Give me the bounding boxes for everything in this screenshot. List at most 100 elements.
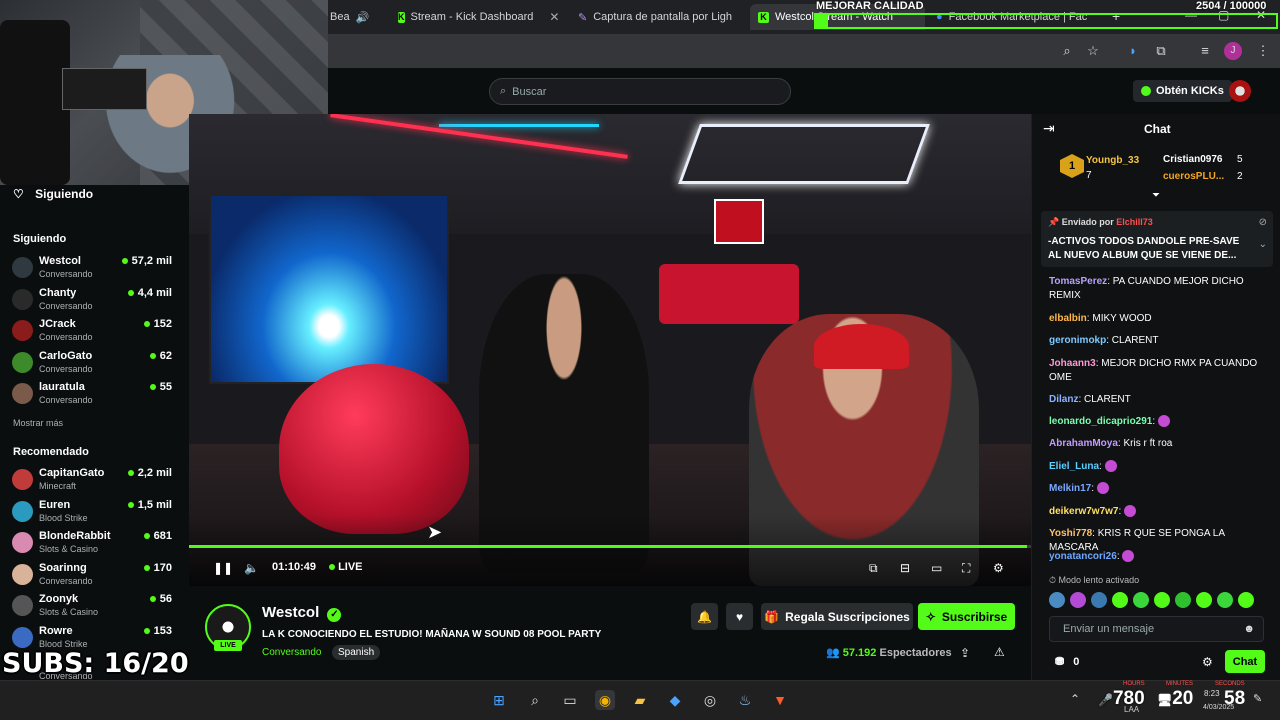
sidebar-channel-euren[interactable]: Euren Blood Strike 1,5 mil [12, 498, 177, 528]
leader-name[interactable]: Youngb_33 [1086, 155, 1139, 166]
video-player[interactable]: ➤ [189, 114, 1031, 586]
sidebar-channel-zoonyk[interactable]: Zoonyk Slots & Casino 56 [12, 592, 177, 622]
fullscreen-icon[interactable]: ⛶ [962, 561, 970, 576]
notification-icon[interactable]: ✎ [1253, 692, 1262, 705]
brave-icon[interactable]: ▼ [770, 690, 790, 710]
player-controls: ❚❚ 🔈 01:10:49 LIVE ⧉ ⊟ ▭ ⛶ ⚙ [189, 556, 1031, 584]
share-icon[interactable]: ⇪ [960, 646, 970, 660]
sidebar-channel-lauratula[interactable]: lauratula Conversando 55 [12, 380, 177, 410]
counter-label: SECONDS [1215, 681, 1245, 687]
sidebar-channel-capitangato[interactable]: CapitanGato Minecraft 2,2 mil [12, 466, 177, 496]
sidebar-channel-carlogato[interactable]: CarloGato Conversando 62 [12, 349, 177, 379]
taskbar-search-icon[interactable]: ⌕ [525, 690, 545, 710]
send-chat-button[interactable]: Chat [1225, 650, 1265, 673]
browser-tab[interactable]: Bea 🔊 ✕ [322, 4, 382, 30]
bookmark-star-icon[interactable]: ☆ [1084, 42, 1102, 60]
emote-icon[interactable] [1196, 592, 1212, 608]
theater-mode-icon[interactable]: ▭ [931, 561, 942, 575]
leader-name[interactable]: cuerosPLU... [1163, 171, 1224, 182]
app-icon[interactable]: ◆ [665, 690, 685, 710]
chat-input[interactable]: Enviar un mensaje ☻ [1049, 616, 1264, 642]
leader-name[interactable]: Cristian0976 [1163, 154, 1222, 165]
emote-icon[interactable] [1091, 592, 1107, 608]
steam-icon[interactable]: ♨ [735, 690, 755, 710]
pause-icon[interactable]: ❚❚ [213, 561, 233, 575]
clip-icon[interactable]: ⊟ [900, 561, 910, 575]
close-tab-icon[interactable]: ✕ [549, 10, 559, 24]
profile-avatar[interactable]: J [1224, 42, 1242, 60]
gift-subs-button[interactable]: 🎁 Regala Suscripciones [761, 603, 913, 630]
channel-name: Euren [39, 498, 71, 511]
pinned-user[interactable]: Elchill73 [1116, 217, 1153, 227]
channel-name[interactable]: Westcol ✓ [262, 604, 342, 622]
search-input[interactable]: ⌕ Buscar [489, 78, 791, 105]
chat-username[interactable]: AbrahamMoya [1049, 438, 1118, 449]
user-avatar[interactable] [1229, 80, 1251, 102]
windows-start-icon[interactable]: ⊞ [489, 690, 509, 710]
tray-counter-minutes: 🖥20 [1157, 688, 1193, 710]
collapse-chat-icon[interactable]: ⇥ [1043, 120, 1055, 137]
chevron-down-icon[interactable]: ⌄ [1259, 239, 1267, 250]
emote-icon[interactable] [1049, 592, 1065, 608]
chat-username[interactable]: yonatancori26 [1049, 551, 1117, 562]
lightshot-favicon-icon: ✎ [578, 11, 588, 24]
pip-icon[interactable]: ⧉ [869, 561, 878, 576]
chat-settings-icon[interactable]: ⚙ [1202, 655, 1213, 669]
chrome-icon[interactable]: ◉ [595, 690, 615, 710]
chat-username[interactable]: deikerw7w7w7 [1049, 506, 1118, 517]
heart-icon: ♡ [13, 187, 24, 201]
volume-icon[interactable]: 🔈 [244, 561, 259, 575]
sidebar-channel-westcol[interactable]: Westcol Conversando 57,2 mil [12, 254, 177, 284]
obs-icon[interactable]: ◎ [700, 690, 720, 710]
sidebar-channel-chanty[interactable]: Chanty Conversando 4,4 mil [12, 286, 177, 316]
file-explorer-icon[interactable]: ▰ [630, 690, 650, 710]
tray-chevron-icon[interactable]: ⌃ [1070, 692, 1080, 706]
chat-username[interactable]: elbalbin [1049, 313, 1087, 324]
chat-username[interactable]: Eliel_Luna [1049, 461, 1099, 472]
emote-icon[interactable] [1133, 592, 1149, 608]
media-control-icon[interactable]: ≡ [1196, 42, 1214, 60]
browser-tab[interactable]: K Stream - Kick Dashboard ✕ [390, 4, 560, 30]
emoji-icon[interactable]: ☻ [1243, 623, 1255, 635]
emote-icon[interactable] [1238, 592, 1254, 608]
expand-leaderboard-icon[interactable]: ⏷ [1152, 190, 1160, 201]
chat-username[interactable]: Dilanz [1049, 394, 1078, 405]
follow-button[interactable]: ♥ [726, 603, 753, 630]
chat-username[interactable]: Melkin17 [1049, 483, 1091, 494]
emote-icon[interactable] [1175, 592, 1191, 608]
unpin-icon[interactable]: ⊘ [1259, 217, 1267, 228]
channel-category: Blood Strike [39, 512, 88, 523]
chat-username[interactable]: geronimokp [1049, 335, 1106, 346]
leader-count: 2 [1237, 171, 1243, 182]
show-more-link[interactable]: Mostrar más [13, 418, 63, 428]
emote-icon[interactable] [1217, 592, 1233, 608]
sidebar-channel-soarinng[interactable]: Soarinng Conversando 170 [12, 561, 177, 591]
live-indicator[interactable]: LIVE [329, 561, 363, 573]
chat-username[interactable]: Johaann3 [1049, 358, 1096, 369]
channel-viewers: 153 [144, 625, 172, 637]
task-view-icon[interactable]: ▭ [560, 690, 580, 710]
sidebar-channel-jcrack[interactable]: JCrack Conversando 152 [12, 317, 177, 347]
emote-icon[interactable] [1154, 592, 1170, 608]
puzzle-icon[interactable]: ⧉ [1152, 42, 1170, 60]
chat-username[interactable]: TomasPerez [1049, 276, 1107, 287]
notifications-button[interactable]: 🔔 [691, 603, 718, 630]
language-tag[interactable]: Spanish [332, 645, 381, 660]
subscribe-button[interactable]: ✧ Suscribirse [918, 603, 1015, 630]
report-icon[interactable]: ⚠ [994, 645, 1005, 659]
chat-username[interactable]: Yoshi778 [1049, 528, 1092, 539]
sidebar-channel-blonderabbit[interactable]: BlondeRabbit Slots & Casino 681 [12, 529, 177, 559]
stream-category[interactable]: Conversando [262, 647, 321, 658]
settings-icon[interactable]: ⚙ [993, 561, 1004, 575]
emote-icon[interactable] [1112, 592, 1128, 608]
extension-icon[interactable]: ◗ [1124, 42, 1142, 60]
emote-icon [1122, 550, 1135, 563]
channel-viewers: 55 [150, 381, 172, 393]
emote-icon[interactable] [1070, 592, 1086, 608]
kicks-balance[interactable]: ⛃ 0 [1055, 655, 1079, 668]
browser-tab[interactable]: ✎ Captura de pantalla por Ligh ✕ [570, 4, 745, 30]
get-kicks-button[interactable]: Obtén KICKs [1133, 80, 1232, 102]
zoom-icon[interactable]: ⌕ [1058, 42, 1076, 60]
chat-username[interactable]: leonardo_dicaprio291 [1049, 416, 1152, 427]
browser-menu-icon[interactable]: ⋮ [1254, 42, 1272, 60]
